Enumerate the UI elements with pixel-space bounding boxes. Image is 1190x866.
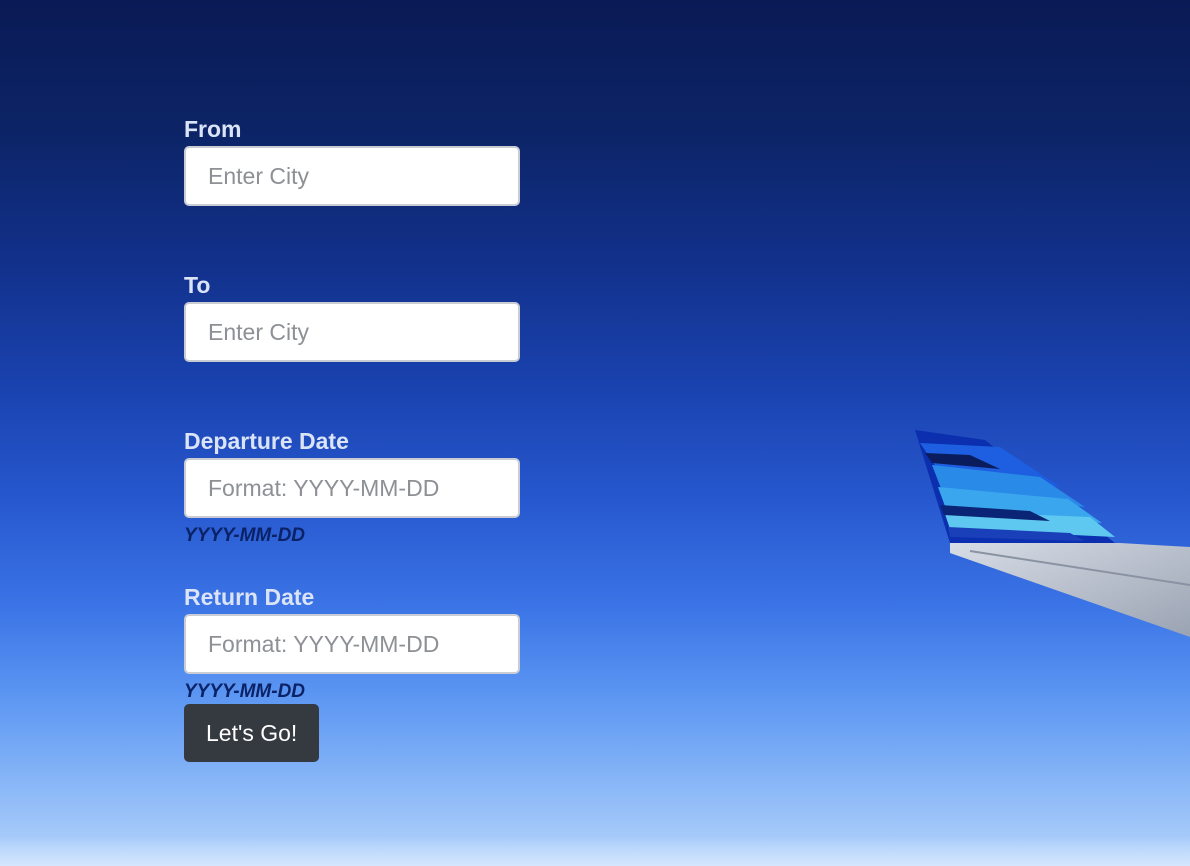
return-date-input[interactable] [184,614,520,674]
to-field-group: To [184,270,520,426]
departure-date-hint: YYYY-MM-DD [184,525,306,546]
from-field-group: From [184,114,520,270]
from-input[interactable] [184,146,520,206]
to-label: To [184,272,211,298]
departure-date-field-group: Departure Date YYYY-MM-DD [184,426,520,582]
airplane-wing-image [915,430,1190,637]
return-date-field-group: Return Date YYYY-MM-DD [184,582,520,704]
departure-date-input[interactable] [184,458,520,518]
return-date-hint: YYYY-MM-DD [184,681,306,702]
departure-date-label: Departure Date [184,428,349,454]
lets-go-button[interactable]: Let's Go! [184,704,320,762]
from-label: From [184,116,242,142]
return-date-label: Return Date [184,584,315,610]
horizon-haze [0,836,1190,866]
flight-search-form: From To Departure Date YYYY-MM-DD Return… [184,114,520,762]
to-input[interactable] [184,302,520,362]
